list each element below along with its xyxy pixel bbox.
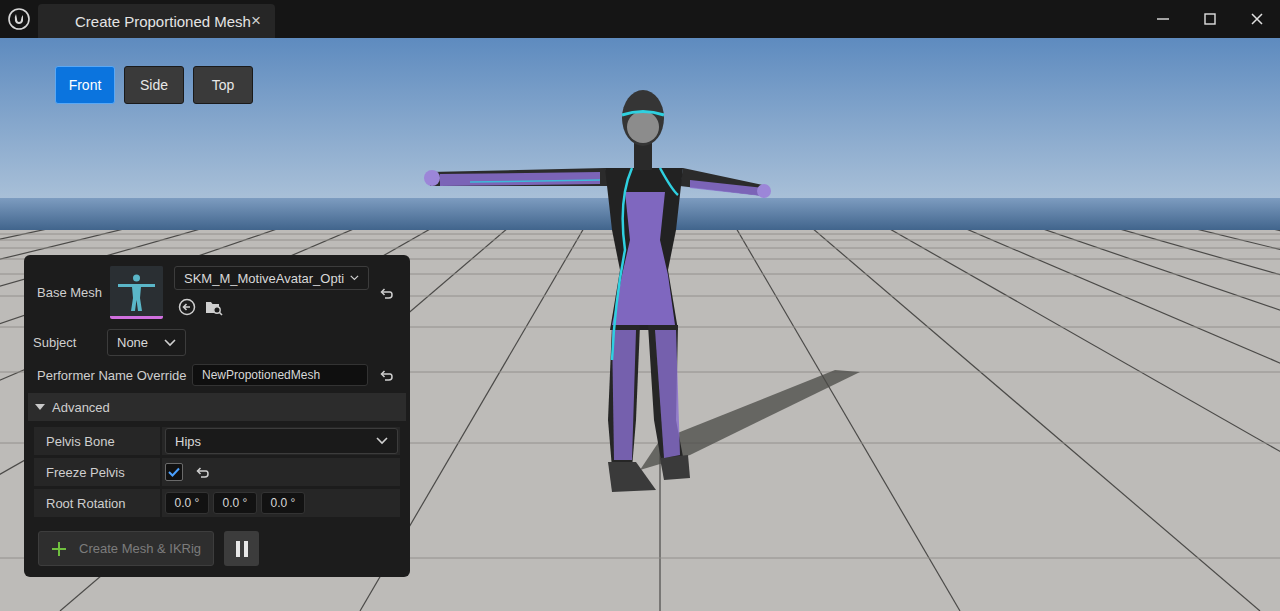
subject-value: None bbox=[117, 335, 148, 350]
root-rotation-label: Root Rotation bbox=[34, 489, 162, 517]
rotation-field[interactable]: 0.0 ° bbox=[213, 492, 257, 514]
mesh-thumbnail-icon bbox=[110, 266, 163, 316]
action-row: Create Mesh & IKRig bbox=[24, 517, 410, 566]
subject-label: Subject bbox=[33, 335, 107, 350]
pelvis-bone-dropdown[interactable]: Hips bbox=[165, 428, 398, 454]
performer-name-input[interactable]: NewPropotionedMesh bbox=[192, 364, 368, 386]
viewport[interactable]: FrontSideTop Base Mesh SKM_M_MotiveAvatar_… bbox=[0, 38, 1280, 611]
subject-dropdown[interactable]: None bbox=[107, 329, 186, 356]
view-button[interactable]: Top bbox=[193, 66, 253, 104]
view-button[interactable]: Side bbox=[124, 66, 184, 104]
base-mesh-value: SKM_M_MotiveAvatar_Opti bbox=[184, 271, 344, 286]
close-icon bbox=[1250, 12, 1264, 26]
create-mesh-button[interactable]: Create Mesh & IKRig bbox=[38, 531, 214, 566]
use-selected-arrow-icon[interactable] bbox=[178, 298, 196, 316]
tab-close-button[interactable]: × bbox=[251, 11, 261, 31]
settings-panel: Base Mesh SKM_M_MotiveAvatar_Opti Subject N… bbox=[24, 255, 410, 577]
unreal-logo-icon bbox=[8, 8, 30, 30]
window-title: Create Proportioned Mesh bbox=[75, 13, 251, 30]
checkmark-icon bbox=[168, 467, 180, 477]
freeze-pelvis-label: Freeze Pelvis bbox=[34, 458, 162, 486]
performer-name-row: Performer Name OverrideNewPropotionedMes… bbox=[24, 356, 410, 386]
view-button[interactable]: Front bbox=[55, 66, 115, 104]
maximize-icon bbox=[1203, 12, 1217, 26]
rotation-field[interactable]: 0.0 ° bbox=[165, 492, 209, 514]
floor-grid bbox=[0, 230, 1280, 611]
chevron-down-icon bbox=[350, 274, 359, 282]
freeze-pelvis-row: Freeze Pelvis bbox=[34, 458, 400, 486]
close-button[interactable] bbox=[1233, 0, 1280, 38]
logo-box bbox=[0, 8, 38, 30]
base-mesh-label: Base Mesh bbox=[37, 285, 110, 300]
root-rotation-row: Root Rotation0.0 °0.0 °0.0 ° bbox=[34, 489, 400, 517]
create-mesh-label: Create Mesh & IKRig bbox=[79, 541, 201, 556]
advanced-section: Pelvis Bone Hips Freeze Pelvis Root Rotatio… bbox=[24, 421, 410, 517]
reset-arrow-icon[interactable] bbox=[195, 465, 209, 479]
advanced-section-header[interactable]: Advanced bbox=[28, 393, 406, 421]
title-bar: Create Proportioned Mesh× bbox=[0, 0, 1280, 38]
reset-arrow-icon[interactable] bbox=[379, 286, 393, 300]
expand-triangle-icon bbox=[34, 402, 46, 412]
character-figure bbox=[424, 90, 860, 492]
base-mesh-icons bbox=[174, 298, 369, 316]
pelvis-bone-value: Hips bbox=[175, 434, 201, 449]
view-mode-buttons: FrontSideTop bbox=[55, 66, 253, 104]
maximize-button[interactable] bbox=[1186, 0, 1233, 38]
minimize-icon bbox=[1156, 12, 1170, 26]
pelvis-bone-row: Pelvis Bone Hips bbox=[34, 427, 400, 455]
chevron-down-icon bbox=[164, 339, 176, 347]
proportioned-mesh-window: Create Proportioned Mesh× FrontSideTop Bas… bbox=[0, 0, 1280, 611]
base-mesh-row: Base Mesh SKM_M_MotiveAvatar_Opti bbox=[24, 255, 410, 319]
pause-icon bbox=[235, 540, 249, 558]
minimize-button[interactable] bbox=[1139, 0, 1186, 38]
base-mesh-dropdown[interactable]: SKM_M_MotiveAvatar_Opti bbox=[174, 266, 369, 290]
subject-row: Subject None bbox=[24, 319, 410, 356]
freeze-pelvis-checkbox[interactable] bbox=[165, 463, 183, 481]
reset-arrow-icon[interactable] bbox=[379, 368, 393, 382]
browse-folder-icon[interactable] bbox=[205, 298, 223, 316]
chevron-down-icon bbox=[376, 437, 388, 445]
performer-name-label: Performer Name Override bbox=[37, 368, 192, 383]
pelvis-bone-label: Pelvis Bone bbox=[34, 427, 162, 455]
plus-icon bbox=[51, 541, 67, 557]
advanced-label: Advanced bbox=[52, 400, 110, 415]
rotation-field[interactable]: 0.0 ° bbox=[261, 492, 305, 514]
window-tab[interactable]: Create Proportioned Mesh× bbox=[38, 4, 275, 38]
base-mesh-controls: SKM_M_MotiveAvatar_Opti bbox=[174, 266, 369, 316]
pause-button[interactable] bbox=[224, 531, 259, 566]
mesh-thumbnail[interactable] bbox=[110, 266, 163, 319]
